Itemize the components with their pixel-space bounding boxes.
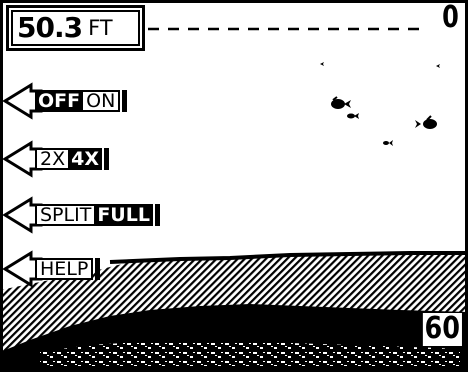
depth-readout: 50.3 FT xyxy=(6,5,145,51)
fish-icon xyxy=(331,96,351,109)
depth-scale-bottom: 60 xyxy=(423,311,462,346)
option-end-bar xyxy=(122,90,128,112)
option-end-bar xyxy=(95,258,101,280)
depth-readout-inner: 50.3 FT xyxy=(11,10,140,46)
zoom-options: 2X 4X xyxy=(35,148,109,170)
fish-icon xyxy=(347,113,359,119)
fish-icon xyxy=(436,64,440,68)
option-4x[interactable]: 4X xyxy=(68,148,102,170)
option-split[interactable]: SPLIT xyxy=(35,204,95,226)
option-2x[interactable]: 2X xyxy=(35,148,69,170)
option-end-bar xyxy=(103,148,109,170)
sonar-graph xyxy=(0,27,468,372)
fish-icon xyxy=(383,140,393,146)
option-end-bar xyxy=(154,204,160,226)
view-toggle[interactable]: SPLIT FULL xyxy=(3,196,233,234)
fish-id-options: OFF ON xyxy=(35,90,128,112)
option-on[interactable]: ON xyxy=(83,90,121,112)
help-button[interactable]: HELP xyxy=(3,250,133,288)
fish-icon xyxy=(415,115,437,129)
help-options: HELP xyxy=(35,258,101,280)
zoom-toggle[interactable]: 2X 4X xyxy=(3,140,143,178)
option-off[interactable]: OFF xyxy=(35,90,84,112)
view-options: SPLIT FULL xyxy=(35,204,160,226)
depth-unit: FT xyxy=(88,15,113,40)
depth-scale-top: 0 xyxy=(442,0,459,35)
option-help[interactable]: HELP xyxy=(35,258,94,280)
sonar-screen: 50.3 FT 0 60 OFF ON 2X 4X SPLIT FULL HEL… xyxy=(0,0,468,372)
option-full[interactable]: FULL xyxy=(94,204,153,226)
depth-value: 50.3 xyxy=(17,11,83,44)
fish-id-toggle[interactable]: OFF ON xyxy=(3,82,163,120)
fish-icon xyxy=(320,62,324,66)
fish-group xyxy=(320,62,440,146)
